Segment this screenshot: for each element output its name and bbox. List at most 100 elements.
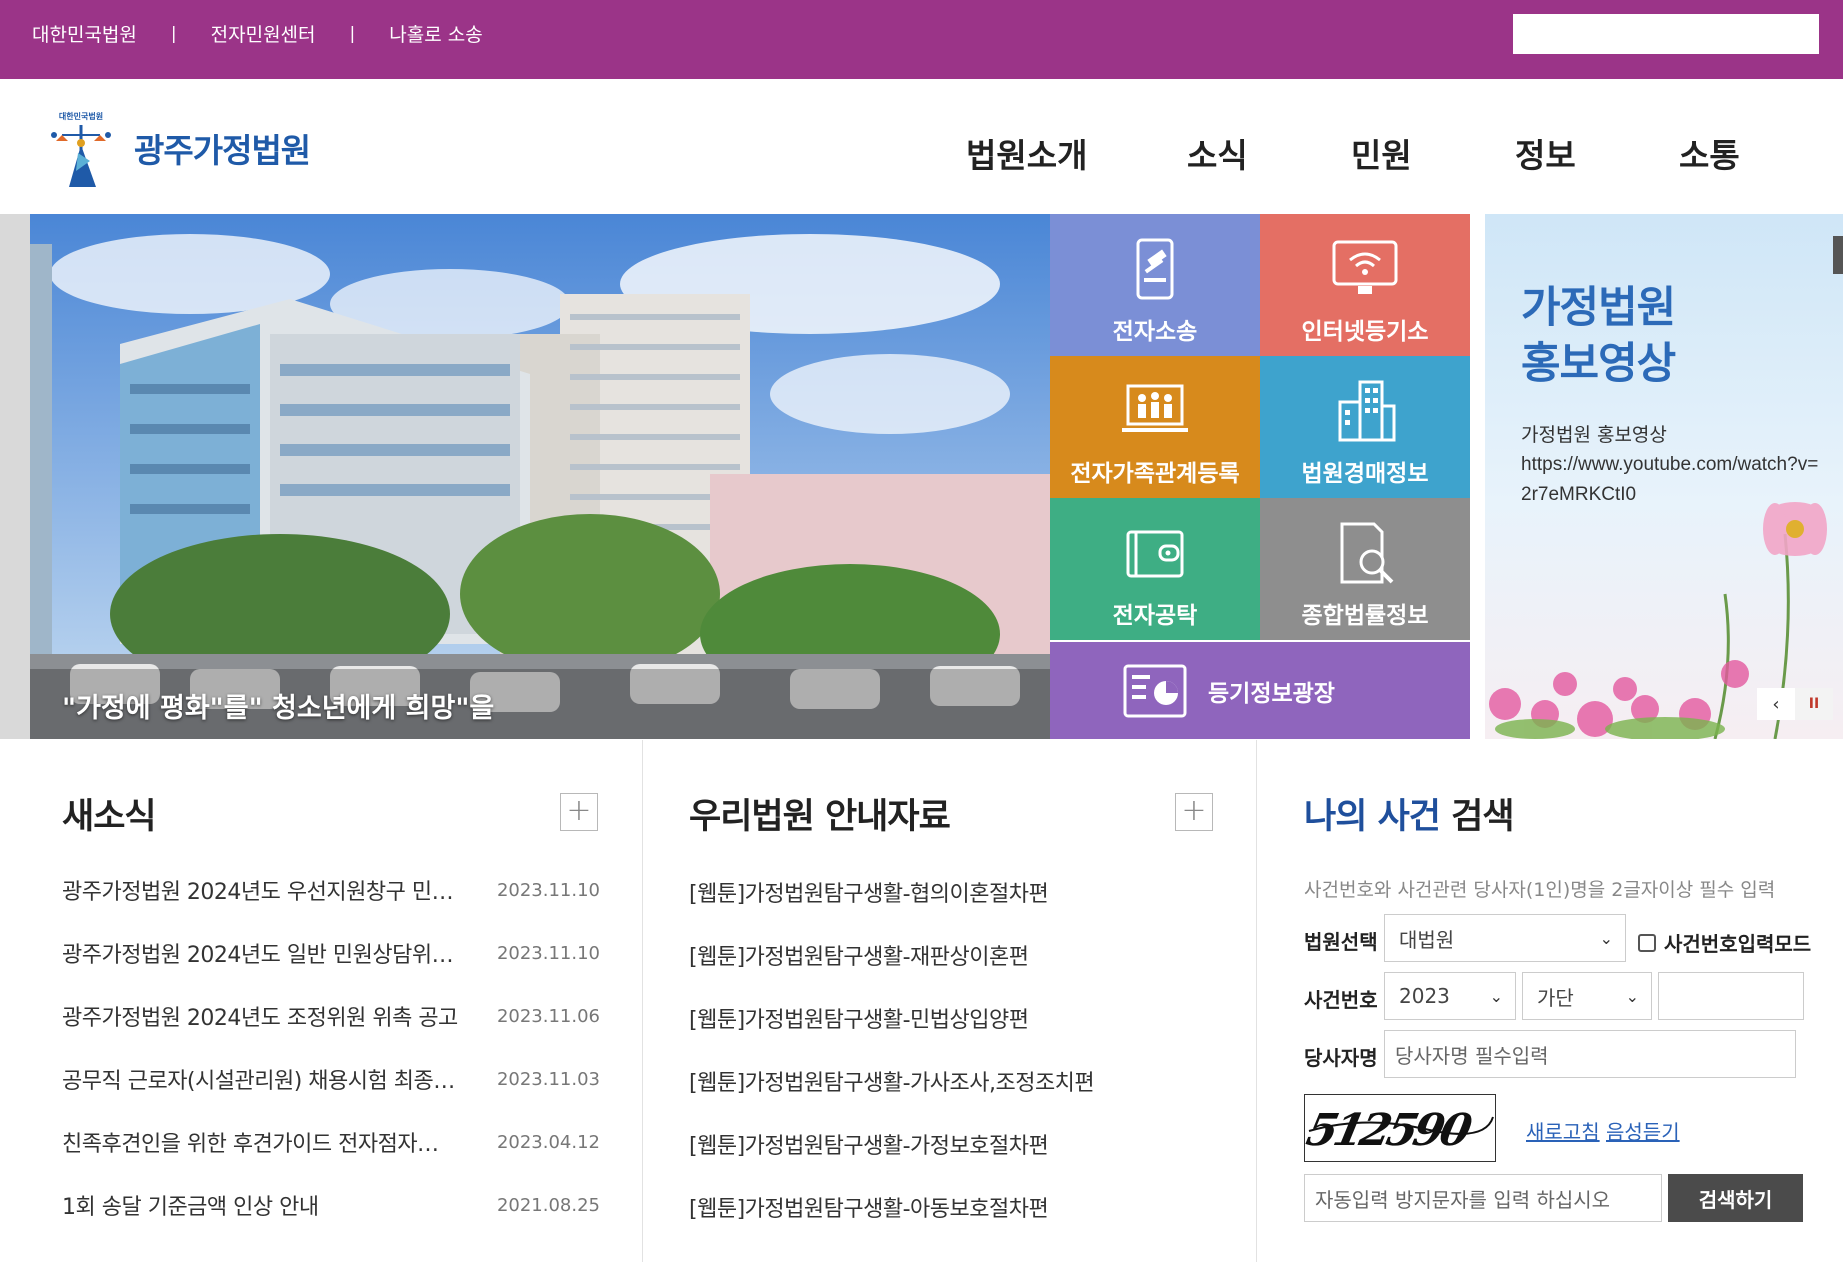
guide-item[interactable]: [웹툰]가정법원탐구생활-재판상이혼편: [689, 939, 1029, 971]
court-building-photo: [30, 214, 1050, 739]
site-header: 대한민국법원 광주가정법원 법원소개 소식 민원 정보 소통: [0, 79, 1843, 214]
hero-caption: "가정에 평화"를" 청소년에게 희망"을: [62, 693, 495, 724]
news-item-title: 광주가정법원 2024년도 우선지원창구 민…: [62, 880, 454, 905]
case-search-title: 나의 사건 검색: [1304, 788, 1515, 839]
tile-internet-registry[interactable]: 인터넷등기소: [1260, 214, 1470, 356]
checkbox-box[interactable]: [1638, 933, 1656, 952]
promo-title-line: 홍보영상: [1521, 339, 1676, 389]
promo-side-tab[interactable]: [1833, 236, 1843, 274]
tile-court-auction[interactable]: 법원경매정보: [1260, 356, 1470, 498]
promo-video-url[interactable]: https://www.youtube.com/watch?v=2r7eMRKC…: [1521, 450, 1821, 510]
family-laptop-icon: [1122, 384, 1188, 432]
news-item-title: 광주가정법원 2024년도 조정위원 위촉 공고: [62, 1006, 458, 1031]
chart-report-icon: [1123, 664, 1187, 717]
captcha-refresh-link[interactable]: 새로고침: [1526, 1116, 1600, 1145]
captcha-audio-link[interactable]: 음성듣기: [1606, 1116, 1680, 1145]
case-number-input[interactable]: [1658, 972, 1804, 1020]
hero-left-strip: [0, 214, 30, 739]
tile-label: 법원경매정보: [1301, 461, 1429, 487]
promo-slider-controls: ‹ II: [1757, 688, 1833, 720]
tile-e-family-registry[interactable]: 전자가족관계등록: [1050, 356, 1260, 498]
nav-info[interactable]: 정보: [1515, 129, 1576, 177]
hero-banner[interactable]: "가정에 평화"를" 청소년에게 희망"을: [30, 214, 1050, 739]
news-item-title: 1회 송달 기준금액 인상 안내: [62, 1195, 319, 1220]
case-search-notice: 사건번호와 사건관련 당사자(1인)명을 2글자이상 필수 입력: [1304, 879, 1776, 901]
tile-label: 종합법률정보: [1301, 603, 1429, 629]
chevron-down-icon: ⌄: [1599, 928, 1613, 948]
guide-more-button[interactable]: +: [1175, 793, 1213, 831]
guide-materials-section: 우리법원 안내자료 + [웹툰]가정법원탐구생활-협의이혼절차편 [웹툰]가정법…: [643, 740, 1257, 1262]
gavel-tablet-icon: [1136, 238, 1174, 300]
tile-e-deposit[interactable]: 전자공탁: [1050, 498, 1260, 640]
chevron-down-icon: ⌄: [1489, 986, 1503, 1006]
promo-video-banner[interactable]: 가정법원 홍보영상 가정법원 홍보영상 https://www.youtube.…: [1485, 214, 1843, 739]
buildings-icon: [1338, 380, 1396, 442]
tile-legal-info[interactable]: 종합법률정보: [1260, 498, 1470, 640]
chevron-down-icon: ⌄: [1625, 986, 1639, 1006]
captcha-graphic: 512590: [1302, 1104, 1494, 1156]
tile-label: 인터넷등기소: [1301, 319, 1429, 345]
guide-item[interactable]: [웹툰]가정법원탐구생활-가정보호절차편: [689, 1128, 1049, 1160]
news-more-button[interactable]: +: [560, 793, 598, 831]
case-search-button[interactable]: 검색하기: [1668, 1174, 1803, 1222]
promo-sub-title: 가정법원 홍보영상: [1521, 424, 1667, 446]
captcha-image: 512590: [1302, 1094, 1496, 1162]
guide-item[interactable]: [웹툰]가정법원탐구생활-아동보호절차편: [689, 1191, 1049, 1223]
tile-e-litigation[interactable]: 전자소송: [1050, 214, 1260, 356]
tile-label: 등기정보광장: [1208, 680, 1335, 707]
guide-title: 우리법원 안내자료: [689, 797, 951, 837]
news-item-title: 친족후견인을 위한 후견가이드 전자점자…: [62, 1132, 439, 1157]
case-search-title-highlight: 나의 사건: [1304, 797, 1441, 837]
site-title: 광주가정법원: [134, 131, 311, 170]
news-item-title: 공무직 근로자(시설관리원) 채용시험 최종…: [62, 1069, 455, 1094]
tile-label: 전자공탁: [1112, 603, 1198, 629]
site-logo[interactable]: 대한민국법원 광주가정법원: [34, 105, 311, 191]
nav-civil[interactable]: 민원: [1351, 129, 1412, 177]
separator: |: [349, 23, 356, 44]
case-search-title-rest: 검색: [1440, 797, 1514, 837]
guide-item[interactable]: [웹툰]가정법원탐구생활-민법상입양편: [689, 1002, 1029, 1034]
news-item-date: 2023.04.12: [496, 1131, 600, 1153]
party-name-input[interactable]: 당사자명 필수입력: [1384, 1030, 1796, 1078]
link-ecivil-center[interactable]: 전자민원센터: [211, 20, 316, 47]
court-select[interactable]: 대법원 ⌄: [1384, 914, 1626, 962]
news-item[interactable]: 광주가정법원 2024년도 조정위원 위촉 공고 2023.11.06: [62, 996, 600, 1036]
link-self-litigation[interactable]: 나홀로 소송: [389, 20, 482, 47]
tile-registry-info-plaza[interactable]: 등기정보광장: [1050, 642, 1470, 739]
news-item[interactable]: 공무직 근로자(시설관리원) 채용시험 최종… 2023.11.03: [62, 1059, 600, 1099]
case-year-select[interactable]: 2023 ⌄: [1384, 972, 1516, 1020]
separator: |: [170, 23, 177, 44]
promo-title-line: 가정법원: [1521, 283, 1676, 333]
news-item[interactable]: 광주가정법원 2024년도 일반 민원상담위… 2023.11.10: [62, 933, 600, 973]
link-supreme-court[interactable]: 대한민국법원: [32, 20, 137, 47]
news-item[interactable]: 1회 송달 기준금액 인상 안내 2021.08.25: [62, 1185, 600, 1225]
news-item[interactable]: 광주가정법원 2024년도 우선지원창구 민… 2023.11.10: [62, 870, 600, 910]
quick-service-tiles: 전자소송 인터넷등기소 전자가족관계등록 법원경매정보 전자공탁 종합법률정보 …: [1050, 214, 1470, 739]
captcha-input[interactable]: 자동입력 방지문자를 입력 하십시오: [1304, 1174, 1662, 1222]
case-type-select[interactable]: 가단 ⌄: [1522, 972, 1652, 1020]
guide-item[interactable]: [웹툰]가정법원탐구생활-가사조사,조정조치편: [689, 1065, 1095, 1097]
captcha-text: 512590: [1305, 1104, 1477, 1155]
court-select-value: 대법원: [1399, 927, 1455, 952]
party-name-label: 당사자명: [1304, 1046, 1378, 1070]
case-number-mode-checkbox[interactable]: 사건번호입력모드: [1638, 928, 1811, 957]
news-title: 새소식: [62, 797, 157, 837]
news-item-date: 2023.11.10: [496, 879, 600, 901]
prev-slide-button[interactable]: ‹: [1757, 688, 1795, 720]
top-links: 대한민국법원 | 전자민원센터 | 나홀로 소송: [32, 20, 483, 47]
news-section: 새소식 + 광주가정법원 2024년도 우선지원창구 민… 2023.11.10…: [0, 740, 643, 1262]
court-emblem-icon: 대한민국법원: [51, 111, 111, 187]
nav-communication[interactable]: 소통: [1679, 129, 1740, 177]
guide-item[interactable]: [웹툰]가정법원탐구생활-협의이혼절차편: [689, 876, 1049, 908]
pause-slide-button[interactable]: II: [1795, 688, 1833, 720]
news-item[interactable]: 친족후견인을 위한 후견가이드 전자점자… 2023.04.12: [62, 1122, 600, 1162]
promo-description: 가정법원 홍보영상 https://www.youtube.com/watch?…: [1521, 420, 1821, 510]
case-number-label: 사건번호: [1304, 988, 1378, 1012]
nav-news[interactable]: 소식: [1187, 129, 1248, 177]
wifi-monitor-icon: [1332, 240, 1398, 294]
news-item-date: 2023.11.06: [496, 1005, 600, 1027]
news-item-date: 2023.11.03: [496, 1068, 600, 1090]
promo-title: 가정법원 홍보영상: [1521, 280, 1676, 392]
top-search-input[interactable]: [1513, 14, 1819, 54]
nav-about[interactable]: 법원소개: [966, 129, 1087, 177]
